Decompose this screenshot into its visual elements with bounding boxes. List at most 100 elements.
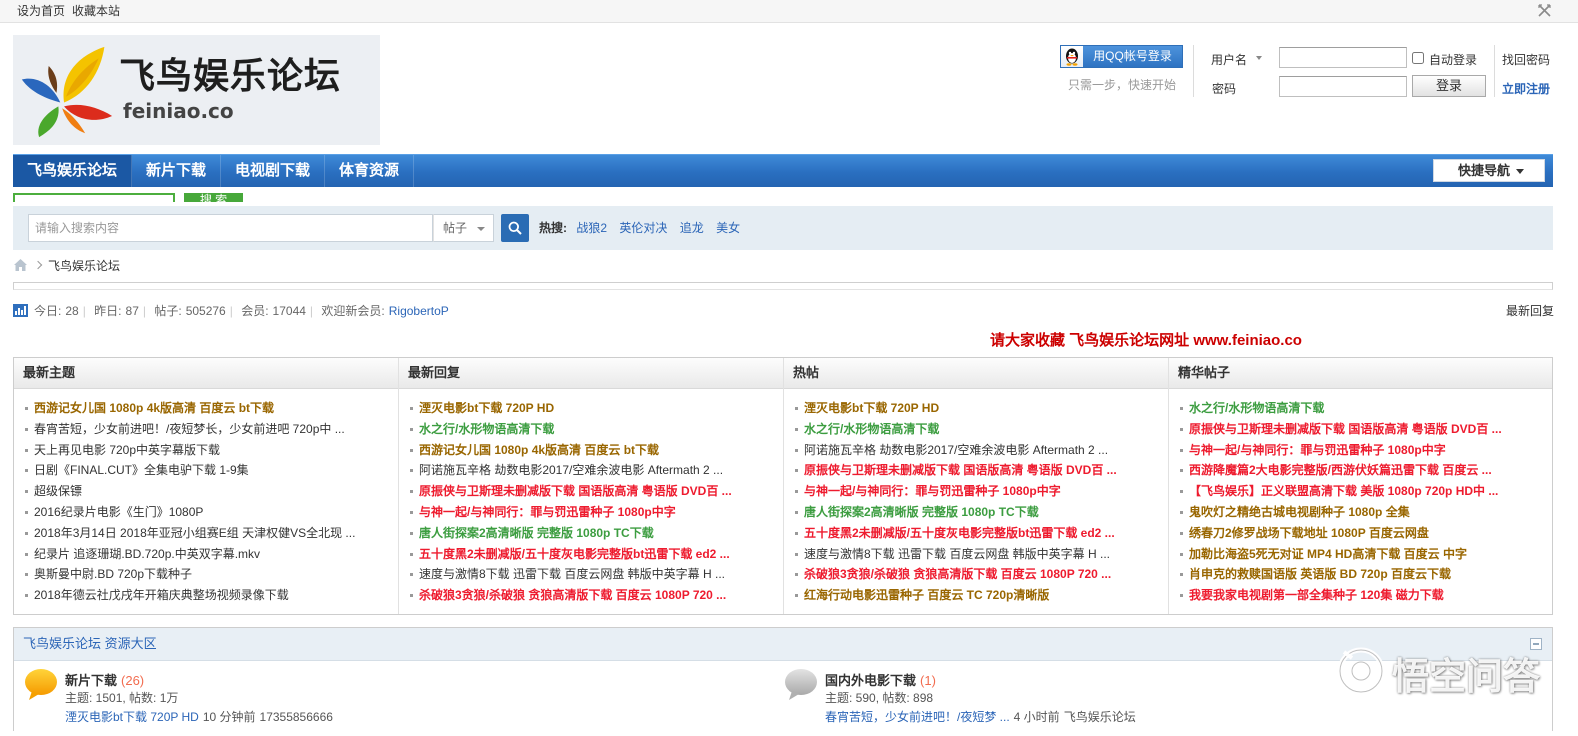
- login-button[interactable]: 登录: [1412, 75, 1486, 97]
- thread-link[interactable]: 唐人街探案2高清晰版 完整版 1080p TC下载: [804, 505, 1039, 519]
- username-label[interactable]: 用户名: [1211, 51, 1247, 68]
- search-button[interactable]: [501, 214, 529, 242]
- bullet-icon: [1180, 448, 1183, 452]
- auto-login-label[interactable]: 自动登录: [1429, 51, 1477, 68]
- breadcrumb-current[interactable]: 飞鸟娱乐论坛: [48, 257, 120, 274]
- list-item: 阿诺施瓦辛格 劫数电影2017/空难余波电影 Aftermath 2 ...: [399, 460, 783, 481]
- thread-link[interactable]: 原振侠与卫斯理未删减版下载 国语版高清 粤语版 DVD百 ...: [419, 484, 732, 498]
- thread-link[interactable]: 水之行/水形物语高清下载: [804, 422, 939, 436]
- bullet-icon: [795, 490, 798, 494]
- list-item: 杀破狼3贪狼/杀破狼 贪狼高清版下载 百度云 1080P 720 ...: [399, 585, 783, 606]
- search-input[interactable]: [28, 214, 433, 242]
- thread-link[interactable]: 2018年3月14日 2018年亚冠小组赛E组 天津权健VS全北现 ...: [34, 526, 355, 540]
- thread-link[interactable]: 原振侠与卫斯理未删减版下载 国语版高清 粤语版 DVD百 ...: [804, 463, 1117, 477]
- thread-link[interactable]: 水之行/水形物语高清下载: [419, 422, 554, 436]
- collapse-icon[interactable]: [1530, 638, 1542, 650]
- set-homepage-link[interactable]: 设为首页: [17, 0, 65, 22]
- thread-link[interactable]: 我要我家电视剧第一部全集种子 120集 磁力下载: [1189, 588, 1444, 602]
- forum-section-title[interactable]: 飞鸟娱乐论坛 资源大区: [14, 628, 1552, 661]
- thread-link[interactable]: 2016纪录片电影《生门》1080P: [34, 505, 203, 519]
- last-post-link[interactable]: 湮灭电影bt下载 720P HD: [65, 710, 199, 724]
- hot-search-link[interactable]: 追龙: [680, 221, 704, 235]
- search-scope-select[interactable]: 帖子: [433, 214, 494, 242]
- register-link[interactable]: 立即注册: [1502, 80, 1550, 97]
- thread-link[interactable]: 与神一起/与神同行：罪与罚迅雷种子 1080p中字: [419, 505, 676, 519]
- bullet-icon: [1180, 594, 1183, 598]
- list-item: 速度与激情8下载 迅雷下载 百度云网盘 韩版中英字幕 H ...: [399, 564, 783, 585]
- home-icon[interactable]: [13, 258, 28, 272]
- bullet-icon: [795, 531, 798, 535]
- auto-login-checkbox[interactable]: [1412, 52, 1424, 64]
- last-post-author[interactable]: 飞鸟娱乐论坛: [1064, 710, 1136, 724]
- last-post-author[interactable]: 17355856666: [260, 710, 333, 724]
- thread-link[interactable]: 原振侠与卫斯理未删减版下载 国语版高清 粤语版 DVD百 ...: [1189, 422, 1502, 436]
- forum-name-link[interactable]: 国内外电影下载: [825, 673, 916, 688]
- bullet-icon: [1180, 427, 1183, 431]
- thread-link[interactable]: 鬼吹灯之精绝古城电视剧种子 1080p 全集: [1189, 505, 1410, 519]
- bullet-icon: [25, 531, 28, 535]
- latest-reply-link[interactable]: 最新回复: [1506, 302, 1554, 319]
- hot-search-link[interactable]: 美女: [716, 221, 740, 235]
- legacy-search-button[interactable]: 搜 索: [184, 193, 243, 202]
- thread-link[interactable]: 奥斯曼中尉.BD 720p下载种子: [34, 567, 192, 581]
- thread-link[interactable]: 西游记女儿国 1080p 4k版高清 百度云 bt下载: [419, 443, 659, 457]
- topic-list: 水之行/水形物语高清下载原振侠与卫斯理未删减版下载 国语版高清 粤语版 DVD百…: [1169, 389, 1552, 606]
- notice-banner: 请大家收藏 飞鸟娱乐论坛网址 www.feiniao.co: [990, 332, 1302, 349]
- close-icon[interactable]: [1537, 3, 1552, 18]
- chevron-down-icon[interactable]: [1256, 56, 1262, 60]
- hot-search-link[interactable]: 英伦对决: [619, 221, 667, 235]
- chevron-down-icon: [477, 227, 485, 231]
- hot-search-link[interactable]: 战狼2: [576, 221, 607, 235]
- column-title: 最新主题: [14, 358, 398, 389]
- thread-link[interactable]: 与神一起/与神同行：罪与罚迅雷种子 1080p中字: [1189, 443, 1446, 457]
- thread-link[interactable]: 杀破狼3贪狼/杀破狼 贪狼高清版下载 百度云 1080P 720 ...: [419, 588, 726, 602]
- password-input[interactable]: [1279, 76, 1407, 97]
- thread-link[interactable]: 2018年德云社戊戌年开箱庆典整场视频录像下载: [34, 588, 289, 602]
- thread-link[interactable]: 日剧《FINAL.CUT》全集电驴下载 1-9集: [34, 463, 249, 477]
- nav-item-home[interactable]: 飞鸟娱乐论坛: [13, 155, 133, 187]
- thread-link[interactable]: 湮灭电影bt下载 720P HD: [419, 401, 554, 415]
- nav-item-tv-series[interactable]: 电视剧下载: [221, 155, 326, 187]
- list-item: 奥斯曼中尉.BD 720p下载种子: [14, 564, 398, 585]
- thread-link[interactable]: 五十度黑2未删减版/五十度灰电影完整版bt迅雷下载 ed2 ...: [419, 547, 730, 561]
- nav-item-sports[interactable]: 体育资源: [325, 155, 415, 187]
- username-input[interactable]: [1279, 47, 1407, 68]
- thread-link[interactable]: 超级保镖: [34, 484, 82, 498]
- thread-link[interactable]: 唐人街探案2高清晰版 完整版 1080p TC下载: [419, 526, 654, 540]
- thread-link[interactable]: 水之行/水形物语高清下载: [1189, 401, 1324, 415]
- thread-link[interactable]: 天上再见电影 720p中英字幕版下载: [34, 443, 220, 457]
- new-member-link[interactable]: RigobertoP: [389, 304, 449, 318]
- list-item: 湮灭电影bt下载 720P HD: [784, 398, 1168, 419]
- thread-link[interactable]: 肖申克的救赎国语版 英语版 BD 720p 百度云下载: [1189, 567, 1451, 581]
- thread-link[interactable]: 阿诺施瓦辛格 劫数电影2017/空难余波电影 Aftermath 2 ...: [419, 463, 723, 477]
- thread-link[interactable]: 纪录片 追逐珊瑚.BD.720p.中英双字幕.mkv: [34, 547, 260, 561]
- thread-link[interactable]: 西游降魔篇2大电影完整版/西游伏妖篇迅雷下载 百度云 ...: [1189, 463, 1492, 477]
- site-logo[interactable]: 飞鸟娱乐论坛 feiniao.co: [13, 35, 380, 145]
- thread-link[interactable]: 加勒比海盗5死无对证 MP4 HD高清下载 百度云 中字: [1189, 547, 1467, 561]
- last-post-link[interactable]: 春宵苦短，少女前进吧！/夜短梦 ...: [825, 710, 1010, 724]
- thread-link[interactable]: 速度与激情8下载 迅雷下载 百度云网盘 韩版中英字幕 H ...: [419, 567, 725, 581]
- thread-link[interactable]: 五十度黑2未删减版/五十度灰电影完整版bt迅雷下载 ed2 ...: [804, 526, 1115, 540]
- qq-login-button[interactable]: 用QQ帐号登录: [1060, 45, 1183, 68]
- thread-link[interactable]: 西游记女儿国 1080p 4k版高清 百度云 bt下载: [34, 401, 274, 415]
- thread-link[interactable]: 阿诺施瓦辛格 劫数电影2017/空难余波电影 Aftermath 2 ...: [804, 443, 1108, 457]
- thread-link[interactable]: 春宵苦短，少女前进吧！/夜短梦长，少女前进吧 720p中 ...: [34, 422, 345, 436]
- thread-link[interactable]: 速度与激情8下载 迅雷下载 百度云网盘 韩版中英字幕 H ...: [804, 547, 1110, 561]
- list-item: 水之行/水形物语高清下载: [399, 419, 783, 440]
- legacy-search-input[interactable]: [13, 193, 175, 202]
- thread-link[interactable]: 湮灭电影bt下载 720P HD: [804, 401, 939, 415]
- thread-link[interactable]: 红海行动电影迅雷种子 百度云 TC 720p清晰版: [804, 588, 1049, 602]
- bullet-icon: [25, 552, 28, 556]
- forum-name-link[interactable]: 新片下载: [65, 673, 117, 688]
- forgot-password-link[interactable]: 找回密码: [1502, 51, 1550, 68]
- thread-link[interactable]: 绣春刀2修罗战场下载地址 1080P 百度云网盘: [1189, 526, 1429, 540]
- thread-link[interactable]: 【飞鸟娱乐】正义联盟高清下载 美版 1080p 720p HD中 ...: [1189, 484, 1498, 498]
- bookmark-site-link[interactable]: 收藏本站: [72, 0, 120, 22]
- quick-nav-button[interactable]: 快捷导航: [1433, 159, 1545, 182]
- logo-title: 飞鸟娱乐论坛: [119, 55, 342, 97]
- thread-link[interactable]: 杀破狼3贪狼/杀破狼 贪狼高清版下载 百度云 1080P 720 ...: [804, 567, 1111, 581]
- thread-link[interactable]: 与神一起/与神同行：罪与罚迅雷种子 1080p中字: [804, 484, 1061, 498]
- hot-search-label: 热搜:: [539, 221, 567, 235]
- nav-item-new-movies[interactable]: 新片下载: [132, 155, 222, 187]
- list-item: 2018年德云社戊戌年开箱庆典整场视频录像下载: [14, 585, 398, 606]
